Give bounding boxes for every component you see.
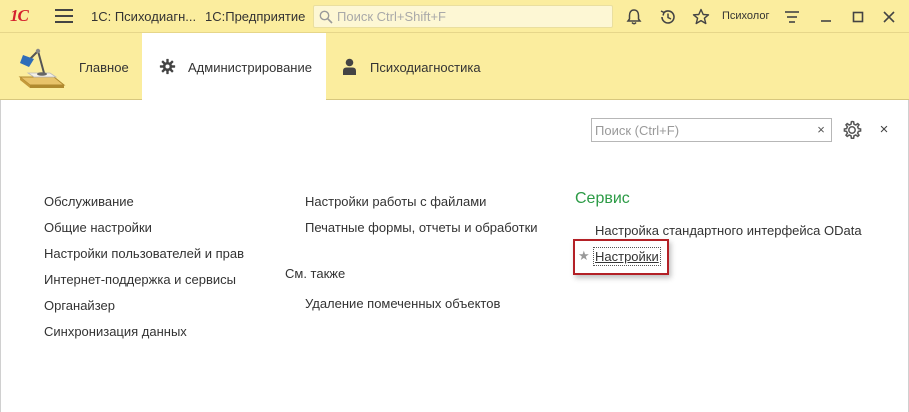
minimize-icon[interactable] <box>816 7 836 27</box>
search-clear-button[interactable]: × <box>811 118 832 142</box>
settings-gear-icon[interactable] <box>841 119 863 141</box>
search-icon <box>319 10 333 24</box>
link-settings[interactable]: Настройки <box>593 247 661 266</box>
content-area: Поиск (Ctrl+F) × × Обслуживание Общие на… <box>0 100 909 412</box>
gear-icon <box>159 58 176 75</box>
global-search-input[interactable]: Поиск Ctrl+Shift+F <box>313 5 613 28</box>
link-file-settings[interactable]: Настройки работы с файлами <box>305 194 486 209</box>
window-close-icon[interactable] <box>879 7 899 27</box>
settings-menu-icon[interactable] <box>782 7 802 27</box>
link-print-forms[interactable]: Печатные формы, отчеты и обработки <box>305 220 538 235</box>
link-general-settings[interactable]: Общие настройки <box>44 220 152 235</box>
sections-panel: Главное Администрирование Психодиагности… <box>0 33 909 100</box>
close-button[interactable]: × <box>876 119 892 141</box>
section-main-label: Главное <box>79 60 129 75</box>
link-internet-support[interactable]: Интернет-поддержка и сервисы <box>44 272 236 287</box>
link-users-rights[interactable]: Настройки пользователей и прав <box>44 246 244 261</box>
section-psychodiagnostics-label: Психодиагностика <box>370 60 481 75</box>
section-administration-label: Администрирование <box>188 60 312 75</box>
see-also-title: См. также <box>285 266 346 281</box>
global-search-placeholder: Поиск Ctrl+Shift+F <box>337 9 446 24</box>
search-placeholder: Поиск (Ctrl+F) <box>595 123 680 138</box>
app-title: 1С: Психодиагн... <box>91 9 197 24</box>
person-icon <box>343 58 356 75</box>
history-icon[interactable] <box>658 7 678 27</box>
1c-logo: 1С <box>10 6 29 25</box>
link-delete-marked[interactable]: Удаление помеченных объектов <box>305 296 500 311</box>
search-input[interactable]: Поиск (Ctrl+F) <box>591 118 812 142</box>
current-user[interactable]: Психолог <box>722 10 769 22</box>
section-main[interactable]: Главное <box>0 33 142 100</box>
main-menu-icon[interactable] <box>55 9 73 23</box>
bell-icon[interactable] <box>624 7 644 27</box>
link-maintenance[interactable]: Обслуживание <box>44 194 134 209</box>
service-group-title: Сервис <box>575 190 630 207</box>
maximize-icon[interactable] <box>848 7 868 27</box>
platform-title: 1С:Предприятие <box>205 9 306 24</box>
desk-lamp-icon <box>18 48 66 88</box>
section-administration[interactable]: Администрирование <box>142 33 326 100</box>
link-organizer[interactable]: Органайзер <box>44 298 115 313</box>
favorite-star-icon[interactable]: ★ <box>578 248 590 264</box>
section-psychodiagnostics[interactable]: Психодиагностика <box>326 33 496 100</box>
favorites-star-icon[interactable] <box>691 7 711 27</box>
title-bar: 1С 1С: Психодиагн... 1С:Предприятие Поис… <box>0 0 909 33</box>
link-odata-settings[interactable]: Настройка стандартного интерфейса OData <box>595 223 862 238</box>
link-data-sync[interactable]: Синхронизация данных <box>44 324 187 339</box>
